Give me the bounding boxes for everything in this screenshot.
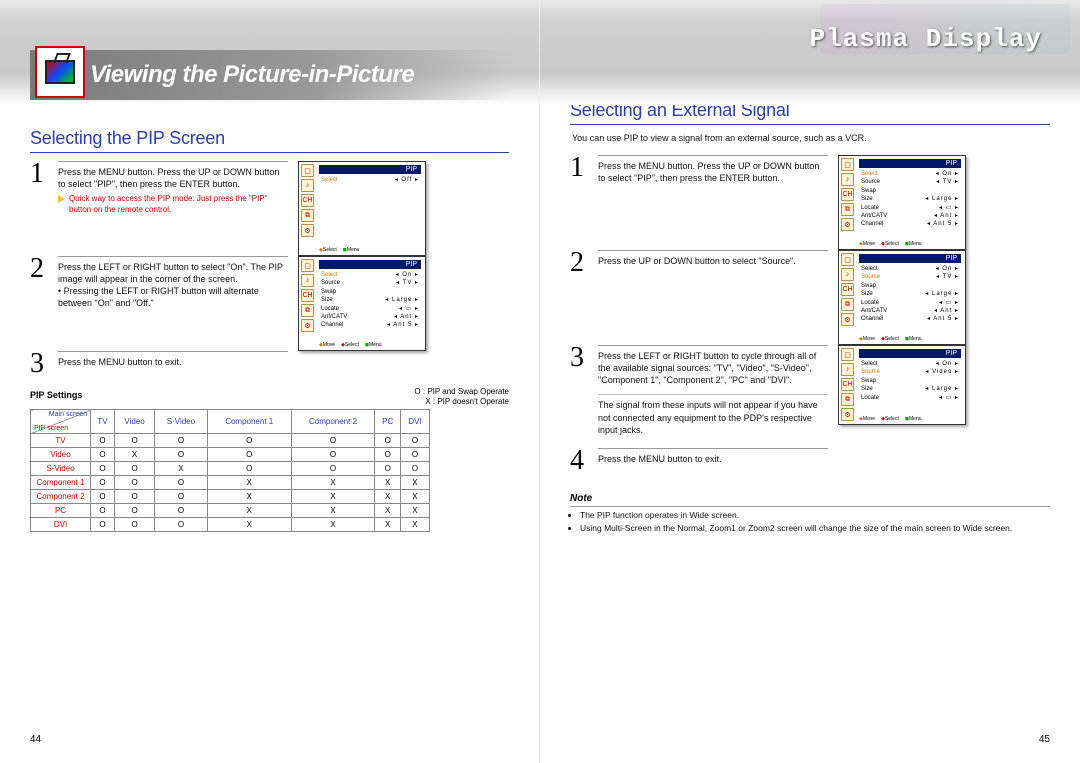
page-45: Plasma Display Selecting an External Sig… [540,0,1080,763]
table-row: S-VideoOOXOOOO [31,462,430,476]
intro-text: You can use PIP to view a signal from an… [572,133,1050,143]
page-title: Viewing the Picture-in-Picture [90,61,414,89]
osd-screenshot-r3: ▢♪CH⧉⚙ PIP Select◂ On ▸Source◂ Video ▸Sw… [838,345,966,425]
page-number-right: 45 [1039,734,1050,745]
note-list: The PIP function operates in Wide screen… [570,510,1050,534]
quick-tip: Quick way to access the PIP mode: Just p… [58,194,288,216]
step-2r-text: Press the UP or DOWN button to select "S… [598,256,796,266]
osd-screenshot-1: ▢♪CH⧉⚙ PIP Select◂ Off ▸ ◆Select◼Menu [298,161,426,256]
step-number-3r: 3 [570,345,588,370]
title-bar: Viewing the Picture-in-Picture [30,50,509,100]
table-row: Component 2OOOXXXX [31,490,430,504]
step-1-text: Press the MENU button. Press the UP or D… [58,167,279,189]
step-1r-text: Press the MENU button. Press the UP or D… [598,161,819,183]
step-number-3: 3 [30,351,48,376]
table-row: VideoOXOOOOO [31,448,430,462]
tip-arrow-icon [58,195,65,203]
step-2-text: Press the LEFT or RIGHT button to select… [58,262,283,284]
step-4r-text: Press the MENU button to exit. [598,454,722,464]
osd-screenshot-r1: ▢♪CH⧉⚙ PIP Select◂ On ▸Source◂ TV ▸SwapS… [838,155,966,250]
step-2-bullet: Pressing the LEFT or RIGHT button will a… [58,286,259,308]
section-title-left: Selecting the PIP Screen [30,128,509,153]
page-number-left: 44 [30,734,41,745]
step-number-1: 1 [30,161,48,186]
tv-icon [35,46,85,98]
header-banner-right: Plasma Display [540,0,1080,105]
step-number-4r: 4 [570,448,588,473]
table-diagonal-header: Main screen PIP screen [31,410,91,434]
osd-screenshot-2: ▢♪CH⧉⚙ PIP Select◂ On ▸Source◂ TV ▸SwapS… [298,256,426,351]
step-number-1r: 1 [570,155,588,180]
step-number-2: 2 [30,256,48,281]
brand-text: Plasma Display [810,24,1042,54]
table-row: TVOOOOOOO [31,434,430,448]
table-row: PCOOOXXXX [31,504,430,518]
pip-legend: O : PIP and Swap OperateX : PIP doesn't … [30,387,509,406]
step-3-text: Press the MENU button to exit. [58,357,182,367]
pip-settings-table: Main screen PIP screen TV Video S-Video … [30,409,430,532]
step-3r-text: Press the LEFT or RIGHT button to cycle … [598,351,816,385]
step-3r-sub: The signal from these inputs will not ap… [598,394,828,435]
osd-screenshot-r2: ▢♪CH⧉⚙ PIP Select◂ On ▸Source◂ TV ▸SwapS… [838,250,966,345]
table-row: DVIOOOXXXX [31,518,430,532]
table-row: Component 1OOOXXXX [31,476,430,490]
step-number-2r: 2 [570,250,588,275]
page-44: Viewing the Picture-in-Picture Selecting… [0,0,540,763]
note-heading: Note [570,493,1050,507]
